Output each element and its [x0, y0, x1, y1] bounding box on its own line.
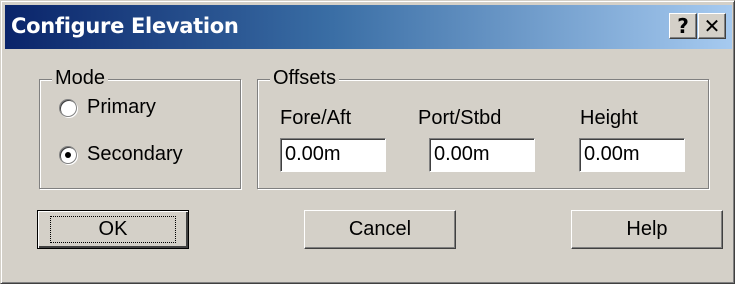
help-button[interactable]: Help [571, 210, 723, 249]
window-title: Configure Elevation [11, 14, 239, 38]
ok-label[interactable]: OK [49, 216, 177, 243]
configure-elevation-dialog: Configure Elevation ? ✕ Mode Primary Sec… [0, 0, 735, 284]
fore-aft-label: Fore/Aft [280, 107, 352, 129]
cancel-button[interactable]: Cancel [304, 210, 456, 249]
context-help-button[interactable]: ? [669, 13, 697, 39]
offsets-group: Offsets Fore/Aft Port/Stbd Height 0.00m … [257, 67, 709, 189]
height-input[interactable]: 0.00m [579, 138, 685, 172]
height-label: Height [580, 107, 638, 129]
mode-group: Mode Primary Secondary [39, 67, 241, 189]
close-icon: ✕ [703, 14, 721, 38]
port-stbd-input[interactable]: 0.00m [429, 138, 535, 172]
radio-circle-selected-icon[interactable] [59, 145, 77, 164]
mode-legend: Mode [52, 67, 109, 90]
port-stbd-label: Port/Stbd [418, 107, 502, 129]
help-label[interactable]: Help [626, 218, 667, 241]
radio-secondary[interactable]: Secondary [59, 143, 183, 166]
radio-circle-icon[interactable] [59, 98, 77, 117]
radio-primary-label[interactable]: Primary [87, 96, 156, 119]
offsets-legend: Offsets [270, 67, 339, 90]
question-mark-icon: ? [677, 14, 689, 38]
close-button[interactable]: ✕ [698, 13, 726, 39]
title-bar[interactable]: Configure Elevation ? ✕ [5, 5, 732, 49]
radio-secondary-label[interactable]: Secondary [87, 143, 183, 166]
radio-primary[interactable]: Primary [59, 96, 156, 119]
ok-button[interactable]: OK [37, 210, 189, 249]
cancel-label[interactable]: Cancel [349, 218, 411, 241]
fore-aft-input[interactable]: 0.00m [280, 138, 386, 172]
